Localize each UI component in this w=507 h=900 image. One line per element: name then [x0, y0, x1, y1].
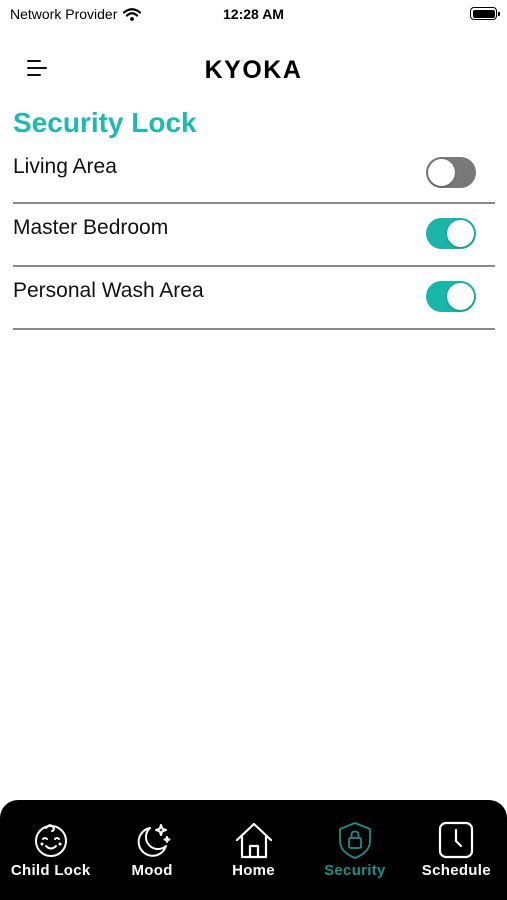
toggle-knob [447, 283, 474, 310]
tab-label: Home [232, 862, 275, 879]
room-row-living-area: Living Area [13, 143, 495, 204]
room-row-master-bedroom: Master Bedroom [13, 204, 495, 267]
baby-face-icon [34, 824, 67, 857]
status-bar: Network Provider 12:28 AM [0, 0, 507, 30]
moon-stars-icon [137, 824, 171, 857]
battery-icon [470, 7, 500, 20]
room-label: Living Area [13, 155, 117, 178]
tab-child-lock[interactable]: Child Lock [0, 800, 101, 900]
tab-mood[interactable]: Mood [101, 800, 202, 900]
tab-label: Schedule [421, 862, 491, 879]
status-time: 12:28 AM [223, 6, 284, 22]
room-label: Personal Wash Area [13, 279, 204, 302]
tab-home[interactable]: Home [203, 800, 304, 900]
room-label: Master Bedroom [13, 216, 169, 239]
house-icon [235, 822, 272, 859]
app-header: KYOKA [0, 48, 507, 88]
living-area-toggle[interactable] [426, 157, 476, 188]
tab-schedule[interactable]: Schedule [406, 800, 507, 900]
tab-security[interactable]: Security [304, 800, 405, 900]
battery-cap [498, 11, 500, 16]
room-list: Living Area Master Bedroom Personal Wash… [13, 143, 495, 330]
toggle-knob [428, 159, 455, 186]
personal-wash-area-toggle[interactable] [426, 281, 476, 312]
master-bedroom-toggle[interactable] [426, 218, 476, 249]
brand-logo: KYOKA [204, 56, 303, 84]
tab-label: Child Lock [10, 862, 91, 879]
toggle-knob [447, 220, 474, 247]
clock-icon [439, 821, 474, 859]
shield-lock-icon [339, 822, 371, 859]
page-title: Security Lock [13, 107, 197, 138]
battery-level [472, 9, 495, 18]
bottom-tab-bar: Child Lock Mood Home Security Schedule [0, 800, 507, 900]
tab-label: Security [324, 862, 386, 879]
room-row-personal-wash-area: Personal Wash Area [13, 267, 495, 330]
tab-label: Mood [131, 862, 173, 879]
